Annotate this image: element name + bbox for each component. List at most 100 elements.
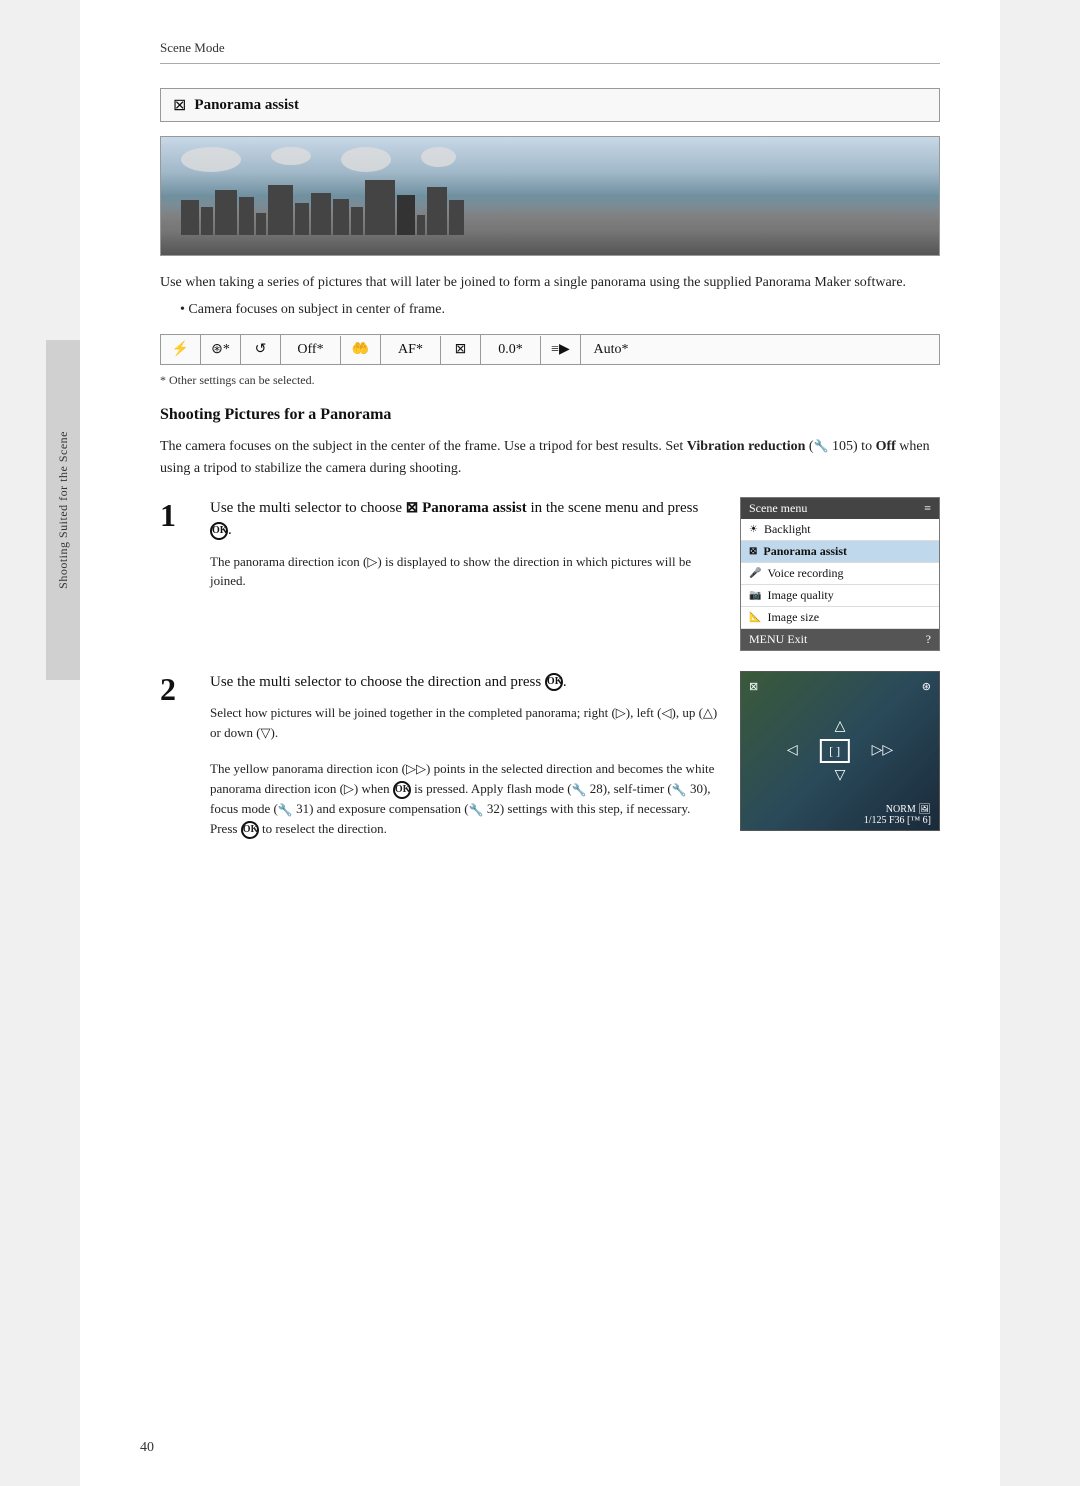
building-10 — [351, 207, 363, 235]
scene-menu-panel: Scene menu ≡ ☀ Backlight ⊠ Panorama assi… — [740, 497, 940, 651]
setting-auto: Auto* — [581, 336, 641, 364]
setting-af: AF* — [381, 336, 441, 364]
step-1-main-text: Use the multi selector to choose ⊠ Panor… — [210, 497, 720, 542]
panorama-bullet: Camera focuses on subject in center of f… — [180, 299, 940, 320]
shooting-heading: Shooting Pictures for a Panorama — [160, 406, 940, 424]
exposure-icon: ⊠ — [455, 341, 467, 358]
step-1-sub-text: The panorama direction icon (▷) is displ… — [210, 552, 720, 591]
page-header: Scene Mode — [160, 40, 940, 64]
settings-bar: ⚡ ⊛* ↺ Off* 🤲 AF* ⊠ 0.0* ≡▶ Auto* — [160, 334, 940, 365]
mode-icon: ≡▶ — [551, 341, 570, 358]
size-label: Image size — [767, 610, 819, 625]
ref-icon-5: 🔧 — [469, 801, 484, 819]
setting-off: Off* — [281, 336, 341, 364]
clouds-decoration — [181, 147, 456, 172]
camera-nav-mid: ◁ [ ] ▷▷ — [787, 739, 893, 763]
scene-menu-item-voice: 🎤 Voice recording — [741, 563, 939, 585]
section-heading-text: Panorama assist — [194, 97, 299, 114]
ok-icon-inline-2: OK — [241, 821, 259, 839]
off-label: Off* — [297, 342, 323, 358]
camera-norm: NORM 🖼 — [864, 804, 931, 815]
camera-bracket: [ ] — [820, 739, 850, 763]
scene-menu-header: Scene menu ≡ — [741, 498, 939, 519]
page-header-title: Scene Mode — [160, 40, 225, 55]
ok-button-icon-2: OK — [545, 673, 563, 691]
side-tab: Shooting Suited for the Scene — [46, 340, 80, 680]
cloud-3 — [341, 147, 391, 172]
panorama-image — [160, 136, 940, 256]
quality-label: Image quality — [767, 588, 833, 603]
scene-menu-item-quality: 📷 Image quality — [741, 585, 939, 607]
scene-menu-footer: MENU Exit ? — [741, 629, 939, 650]
cloud-4 — [421, 147, 456, 167]
step-2-sub-text-2: The yellow panorama direction icon (▷▷) … — [210, 759, 720, 839]
scene-menu-item-backlight: ☀ Backlight — [741, 519, 939, 541]
camera-exposure: 1/125 F36 [™ 6] — [864, 815, 931, 826]
backlight-label: Backlight — [764, 522, 811, 537]
auto-label: Auto* — [594, 342, 629, 358]
step-1-number: 1 — [160, 499, 190, 531]
setting-selftimer: ↺ — [241, 335, 281, 364]
size-icon: 📐 — [749, 612, 761, 623]
panorama-description: Use when taking a series of pictures tha… — [160, 272, 940, 293]
menu-exit-label: MENU Exit — [749, 632, 807, 647]
scene-menu-icon: ≡ — [924, 501, 931, 516]
camera-icons-overlay: ⊠ ⊛ — [741, 676, 939, 697]
selftimer-icon: ↺ — [255, 341, 267, 358]
building-12 — [397, 195, 415, 235]
ok-button-icon-1: OK — [210, 522, 228, 540]
building-1 — [181, 200, 199, 235]
cloud-2 — [271, 147, 311, 165]
page: Shooting Suited for the Scene Scene Mode… — [80, 0, 1000, 1486]
panorama-menu-icon: ⊠ — [749, 546, 757, 557]
camera-top-right-icon: ⊛ — [922, 680, 931, 693]
setting-exposure-icon: ⊠ — [441, 335, 481, 364]
backlight-icon: ☀ — [749, 524, 758, 535]
side-tab-label: Shooting Suited for the Scene — [56, 431, 71, 589]
step-2-content: Use the multi selector to choose the dir… — [210, 671, 720, 839]
setting-focus: 🤲 — [341, 335, 381, 364]
scene-menu-title: Scene menu — [749, 501, 807, 516]
scene-icon: ⊛* — [211, 341, 230, 358]
menu-help-label: ? — [926, 632, 931, 647]
building-4 — [239, 197, 254, 235]
step-2-number: 2 — [160, 673, 190, 705]
focus-icon: 🤲 — [352, 341, 369, 358]
building-6 — [268, 185, 293, 235]
building-11 — [365, 180, 395, 235]
building-7 — [295, 203, 309, 235]
building-5 — [256, 213, 266, 235]
setting-exposure-value: 0.0* — [481, 336, 541, 364]
ref-icon-3: 🔧 — [672, 781, 687, 799]
building-3 — [215, 190, 237, 235]
af-label: AF* — [398, 342, 423, 358]
buildings-decoration — [161, 175, 939, 235]
camera-nav: △ ◁ [ ] ▷▷ ▽ — [787, 718, 893, 784]
vibration-reduction-label: Vibration reduction — [687, 439, 806, 454]
panorama-icon-inline: ⊠ — [406, 500, 419, 516]
step-1-content: Use the multi selector to choose ⊠ Panor… — [210, 497, 720, 591]
setting-flash: ⚡ — [161, 335, 201, 364]
ref-icon-4: 🔧 — [278, 801, 293, 819]
scene-menu-item-panorama: ⊠ Panorama assist — [741, 541, 939, 563]
ok-icon-inline: OK — [393, 781, 411, 799]
voice-label: Voice recording — [767, 566, 843, 581]
building-2 — [201, 207, 213, 235]
scene-menu-item-size: 📐 Image size — [741, 607, 939, 629]
off-label-2: Off — [876, 439, 896, 454]
camera-nav-up: △ — [835, 718, 846, 735]
setting-scene: ⊛* — [201, 335, 241, 364]
exposure-value: 0.0* — [498, 342, 523, 358]
voice-icon: 🎤 — [749, 568, 761, 579]
cloud-1 — [181, 147, 241, 172]
camera-nav-right: ▷▷ — [872, 742, 894, 759]
quality-icon: 📷 — [749, 590, 761, 601]
asterisk-note: * Other settings can be selected. — [160, 373, 940, 388]
building-13 — [417, 215, 425, 235]
page-number: 40 — [140, 1440, 154, 1456]
camera-nav-down: ▽ — [835, 767, 846, 784]
panorama-label: Panorama assist — [763, 544, 847, 559]
step-2-sub-text-1: Select how pictures will be joined toget… — [210, 703, 720, 742]
panorama-assist-label: Panorama assist — [422, 500, 527, 516]
section-heading-box: ⊠ Panorama assist — [160, 88, 940, 122]
